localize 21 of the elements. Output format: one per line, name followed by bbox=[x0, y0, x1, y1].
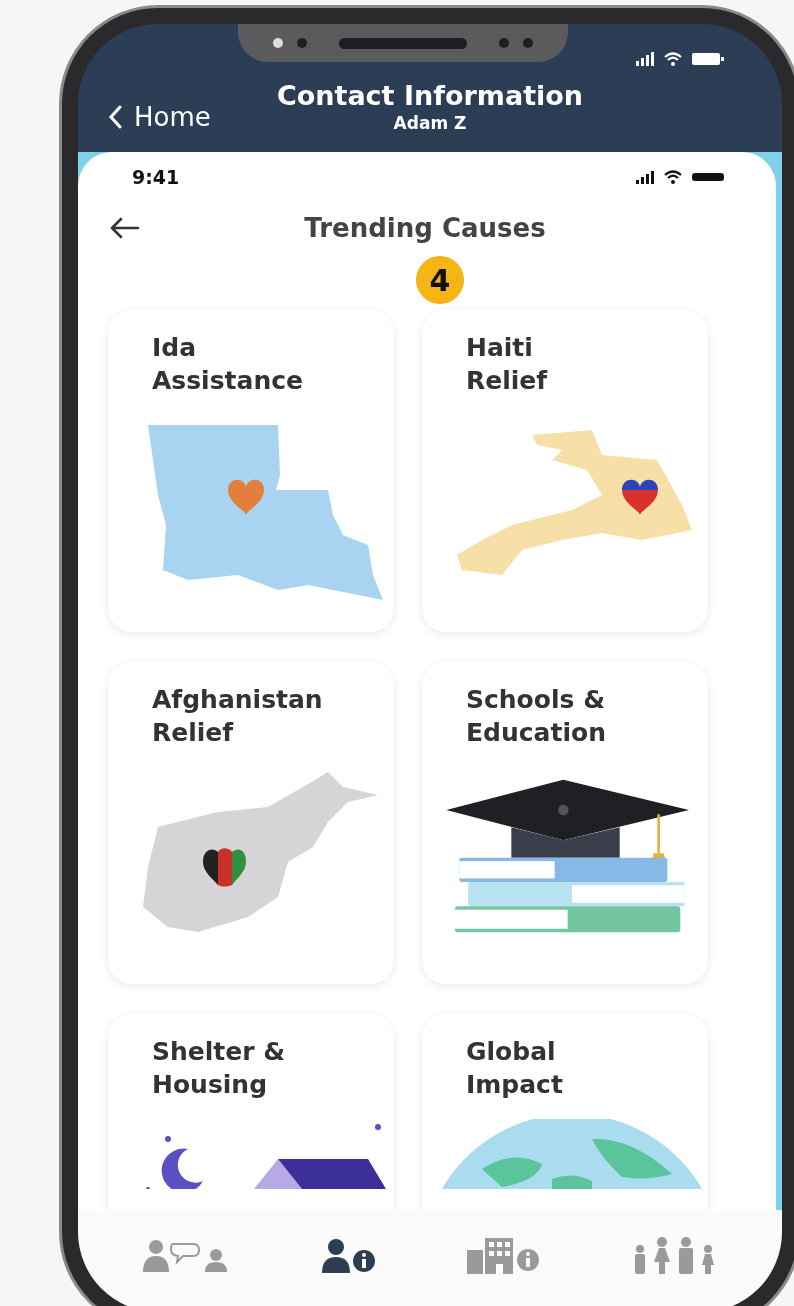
step-badge: 4 bbox=[416, 256, 464, 304]
cause-card[interactable]: Ida Assistance bbox=[108, 310, 394, 632]
wifi-icon bbox=[664, 52, 682, 66]
cause-card[interactable]: Haiti Relief bbox=[422, 310, 708, 632]
signal-icon bbox=[636, 52, 654, 66]
back-arrow-icon[interactable] bbox=[108, 216, 140, 240]
contact-info-icon bbox=[321, 1238, 378, 1274]
nav-subtitle: Adam Z bbox=[393, 113, 467, 133]
cause-card[interactable]: Afghanistan Relief bbox=[108, 662, 394, 984]
nav-title: Contact Information bbox=[276, 80, 584, 111]
screen-title: Trending Causes bbox=[303, 213, 547, 243]
battery-icon bbox=[692, 173, 724, 181]
signal-icon bbox=[636, 170, 654, 184]
battery-icon bbox=[692, 53, 724, 65]
cause-card[interactable]: Shelter & Housing bbox=[108, 1014, 394, 1210]
wifi-icon bbox=[664, 170, 682, 184]
status-time: 9:41 bbox=[132, 166, 180, 188]
cause-card[interactable]: Schools & Education bbox=[422, 662, 708, 984]
chevron-left-icon bbox=[108, 105, 122, 129]
cause-card[interactable]: Global Impact bbox=[422, 1014, 708, 1210]
back-button[interactable]: Home bbox=[78, 102, 211, 132]
